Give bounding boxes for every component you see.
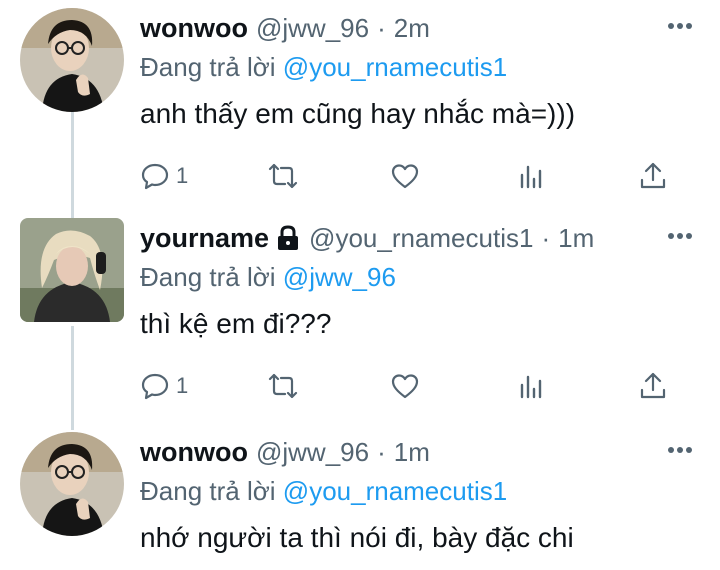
replying-to-label: Đang trả lời bbox=[140, 52, 276, 82]
replying-to-label: Đang trả lời bbox=[140, 262, 276, 292]
reply-button[interactable]: 1 bbox=[140, 156, 188, 196]
mention-link[interactable]: @you_rnamecutis1 bbox=[283, 52, 507, 82]
user-handle[interactable]: @jww_96 bbox=[256, 437, 369, 468]
share-button[interactable] bbox=[638, 366, 668, 406]
heart-icon bbox=[391, 164, 419, 189]
share-icon bbox=[640, 162, 666, 189]
tweet-header: yourname @you_rnamecutis1 · 1m bbox=[140, 218, 594, 258]
more-button[interactable] bbox=[664, 226, 696, 246]
more-icon bbox=[668, 233, 692, 239]
reply-icon bbox=[141, 373, 169, 400]
timestamp[interactable]: 1m bbox=[394, 437, 430, 468]
analytics-button[interactable] bbox=[516, 366, 546, 406]
tweet-text: thì kệ em đi??? bbox=[140, 308, 332, 339]
analytics-icon bbox=[520, 375, 542, 399]
more-button[interactable] bbox=[664, 440, 696, 460]
separator: · bbox=[377, 436, 386, 467]
user-handle[interactable]: @you_rnamecutis1 bbox=[309, 223, 533, 254]
tweet[interactable]: wonwoo @jww_96 · 1m Đang trả lời @you_rn… bbox=[0, 432, 720, 570]
protected-account-badge bbox=[275, 224, 301, 252]
more-button[interactable] bbox=[664, 16, 696, 36]
tweet[interactable]: yourname @you_rnamecutis1 · 1m Đang trả … bbox=[0, 218, 720, 418]
separator: · bbox=[377, 12, 386, 43]
replying-to: Đang trả lời @you_rnamecutis1 bbox=[140, 52, 507, 83]
display-name[interactable]: wonwoo bbox=[140, 437, 248, 468]
tweet-header: wonwoo @jww_96 · 1m bbox=[140, 432, 430, 472]
more-icon bbox=[668, 447, 692, 453]
mention-link[interactable]: @you_rnamecutis1 bbox=[283, 476, 507, 506]
avatar-photo-icon bbox=[20, 218, 124, 322]
share-button[interactable] bbox=[638, 156, 668, 196]
tweet-actions: 1 bbox=[140, 156, 680, 196]
avatar[interactable] bbox=[20, 432, 124, 536]
mention-link[interactable]: @jww_96 bbox=[283, 262, 396, 292]
analytics-icon bbox=[520, 165, 542, 189]
replying-to-label: Đang trả lời bbox=[140, 476, 276, 506]
replying-to: Đang trả lời @jww_96 bbox=[140, 262, 396, 293]
tweet-header: wonwoo @jww_96 · 2m bbox=[140, 8, 430, 48]
user-handle[interactable]: @jww_96 bbox=[256, 13, 369, 44]
separator: · bbox=[541, 222, 551, 253]
lock-icon bbox=[278, 225, 299, 250]
avatar-photo-icon bbox=[20, 8, 124, 112]
reply-count: 1 bbox=[176, 163, 189, 188]
reply-button[interactable]: 1 bbox=[140, 366, 188, 406]
avatar-photo-icon bbox=[20, 432, 124, 536]
replying-to: Đang trả lời @you_rnamecutis1 bbox=[140, 476, 507, 507]
timestamp[interactable]: 1m bbox=[558, 223, 594, 254]
like-button[interactable] bbox=[390, 366, 420, 406]
avatar[interactable] bbox=[20, 218, 124, 322]
retweet-button[interactable] bbox=[268, 156, 298, 196]
avatar[interactable] bbox=[20, 8, 124, 112]
heart-icon bbox=[391, 374, 419, 399]
tweet-text: nhớ người ta thì nói đi, bày đặc chi bbox=[140, 522, 574, 553]
retweet-icon bbox=[268, 163, 298, 189]
analytics-button[interactable] bbox=[516, 156, 546, 196]
share-icon bbox=[640, 372, 666, 399]
reply-count: 1 bbox=[176, 373, 189, 398]
reply-icon bbox=[141, 163, 169, 190]
like-button[interactable] bbox=[390, 156, 420, 196]
tweet-text: anh thấy em cũng hay nhắc mà=))) bbox=[140, 98, 576, 129]
display-name[interactable]: wonwoo bbox=[140, 13, 248, 44]
retweet-button[interactable] bbox=[268, 366, 298, 406]
display-name[interactable]: yourname bbox=[140, 223, 269, 254]
tweet-actions: 1 bbox=[140, 366, 680, 406]
more-icon bbox=[668, 23, 692, 29]
retweet-icon bbox=[268, 373, 298, 399]
tweet[interactable]: wonwoo @jww_96 · 2m Đang trả lời @you_rn… bbox=[0, 8, 720, 208]
timestamp[interactable]: 2m bbox=[394, 13, 430, 44]
